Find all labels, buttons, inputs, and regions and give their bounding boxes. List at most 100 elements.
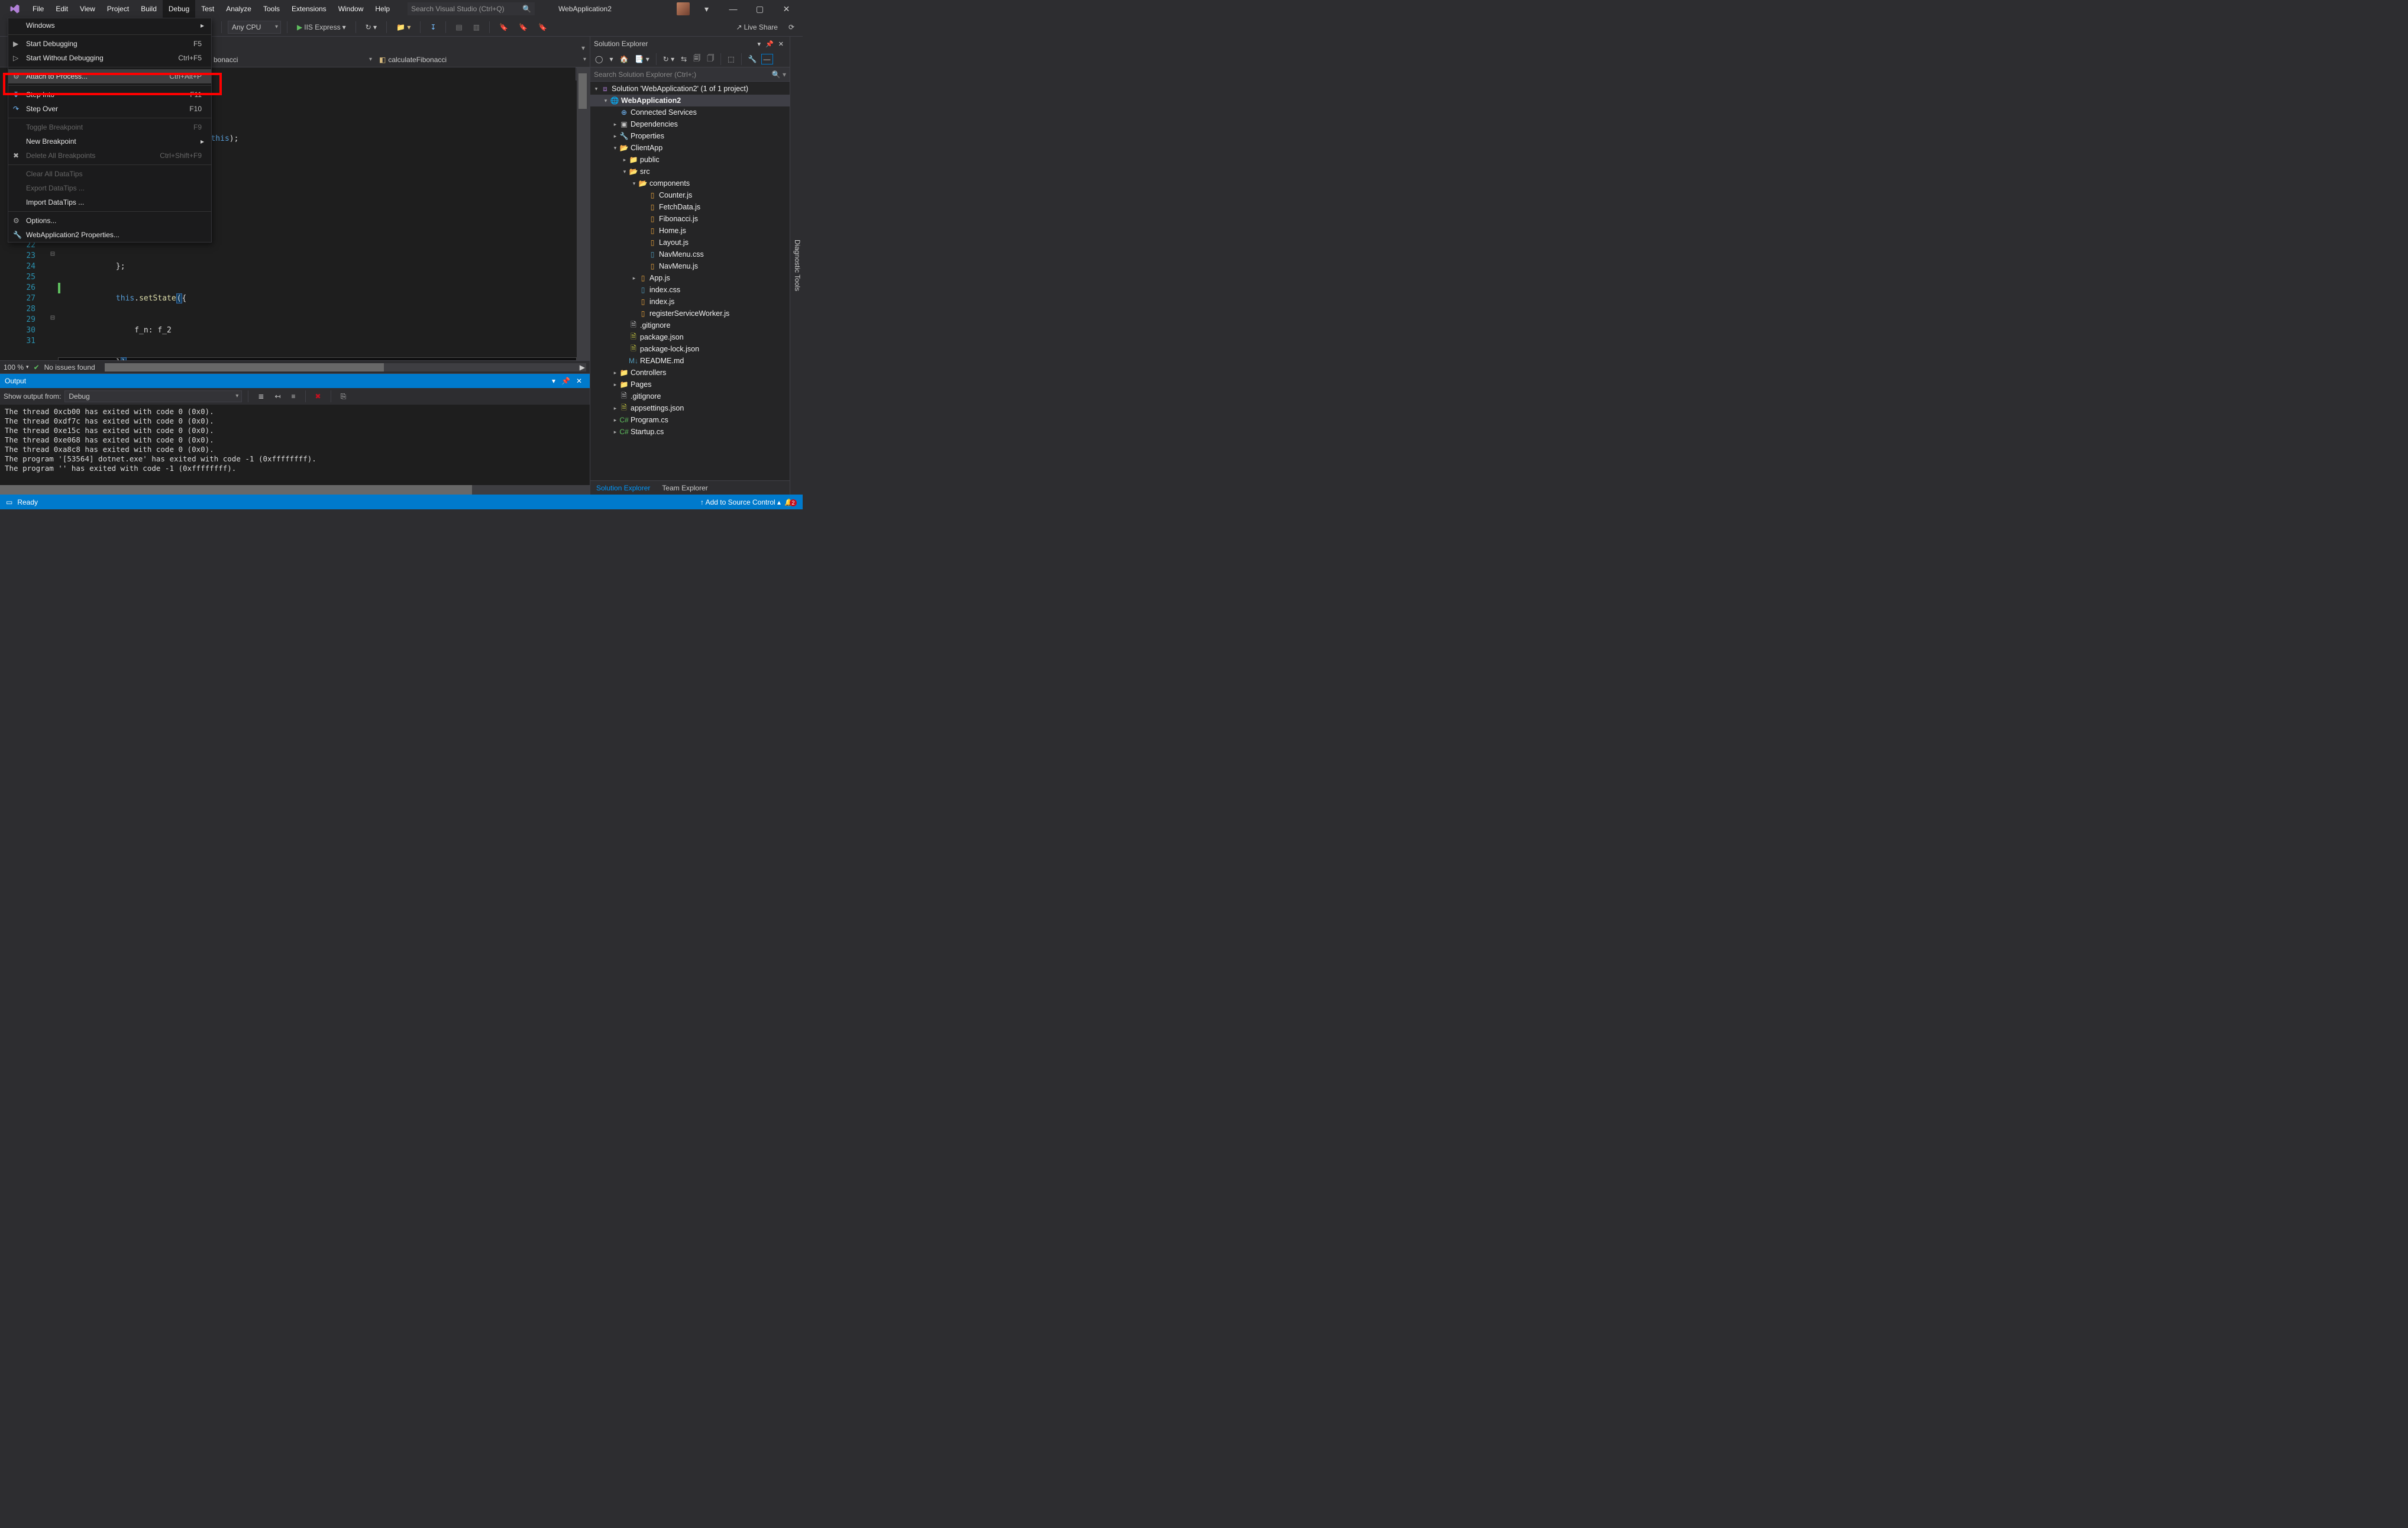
close-button[interactable]: ✕	[773, 4, 800, 14]
tree-node[interactable]: ▸C#Startup.cs	[590, 426, 790, 438]
refresh-icon[interactable]: ↻ ▾	[661, 54, 677, 64]
menu-build[interactable]: Build	[135, 0, 163, 18]
tree-node[interactable]: ▾📂components	[590, 177, 790, 189]
menu-import-datatips[interactable]: Import DataTips ...	[8, 195, 211, 209]
tree-node[interactable]: ▯NavMenu.css	[590, 248, 790, 260]
tree-node[interactable]: ▯registerServiceWorker.js	[590, 308, 790, 319]
menu-tools[interactable]: Tools	[257, 0, 286, 18]
tree-node[interactable]: 🗎package.json	[590, 331, 790, 343]
tree-node[interactable]: ▾🌐WebApplication2	[590, 95, 790, 106]
tree-node[interactable]: ▾📂src	[590, 166, 790, 177]
tab-solution-explorer[interactable]: Solution Explorer	[590, 481, 656, 495]
solution-explorer-header[interactable]: Solution Explorer ▾ 📌 ✕	[590, 37, 790, 51]
caption-button[interactable]: ▾	[693, 4, 720, 14]
collapse-icon[interactable]: ⇆	[678, 54, 689, 64]
menu-step-into[interactable]: ↧Step IntoF11	[8, 88, 211, 102]
menu-windows[interactable]: Windows	[8, 18, 211, 33]
pin-icon[interactable]: 📌	[763, 40, 776, 48]
tree-node[interactable]: ▯index.js	[590, 296, 790, 308]
tree-node[interactable]: ▸📁public	[590, 154, 790, 166]
close-icon[interactable]: ✕	[573, 377, 585, 385]
bookmark-icon[interactable]: 🔖	[496, 22, 512, 33]
menu-edit[interactable]: Edit	[50, 0, 74, 18]
tree-node[interactable]: 🗎package-lock.json	[590, 343, 790, 355]
preview-icon[interactable]: —	[761, 54, 773, 64]
output-source-combo[interactable]: Debug	[64, 390, 242, 402]
tree-node[interactable]: ▯Fibonacci.js	[590, 213, 790, 225]
menu-debug[interactable]: Debug	[163, 0, 195, 18]
message-icon[interactable]: ⎘	[337, 391, 350, 402]
tree-node[interactable]: ▸▯App.js	[590, 272, 790, 284]
wrench-icon[interactable]: 🔧	[746, 54, 759, 64]
breadcrumb-member[interactable]: ◧ calculateFibonacci	[376, 56, 590, 64]
minimize-button[interactable]: —	[720, 4, 746, 14]
menu-start-debugging[interactable]: ▶Start DebuggingF5	[8, 37, 211, 51]
back-icon[interactable]: ◯	[593, 54, 605, 64]
user-avatar[interactable]	[677, 2, 690, 15]
menu-options[interactable]: ⚙Options...	[8, 214, 211, 228]
menu-view[interactable]: View	[74, 0, 101, 18]
indent-icon[interactable]: ▥	[470, 22, 483, 33]
pin-icon[interactable]: 📌	[558, 377, 573, 385]
tree-node[interactable]: ▯Home.js	[590, 225, 790, 237]
properties-icon[interactable]: ⬚	[725, 54, 736, 64]
bookmark-next-icon[interactable]: 🔖	[535, 22, 551, 33]
step-into-icon[interactable]: ↧	[426, 22, 439, 33]
forward-icon[interactable]: ▾	[607, 54, 615, 64]
go-to-icon[interactable]: ✖	[312, 391, 325, 402]
tree-node[interactable]: M↓README.md	[590, 355, 790, 367]
auto-scroll-icon[interactable]: ≡	[288, 391, 299, 402]
output-text[interactable]: The thread 0xcb00 has exited with code 0…	[0, 405, 590, 485]
menu-step-over[interactable]: ↷Step OverF10	[8, 102, 211, 116]
menu-new-breakpoint[interactable]: New Breakpoint	[8, 134, 211, 148]
menu-help[interactable]: Help	[369, 0, 396, 18]
run-button[interactable]: ▶IIS Express ▾	[293, 22, 350, 33]
se-dropdown-icon[interactable]: ▾	[755, 40, 764, 48]
toggle-wrap-icon[interactable]: ↤	[271, 391, 284, 402]
tree-node[interactable]: 🗎.gitignore	[590, 319, 790, 331]
home-icon[interactable]: 🏠	[617, 54, 631, 64]
output-dropdown-icon[interactable]: ▾	[549, 377, 558, 385]
vertical-scrollbar[interactable]	[577, 67, 590, 360]
output-horizontal-scrollbar[interactable]	[0, 485, 590, 495]
tree-node[interactable]: 🗎.gitignore	[590, 390, 790, 402]
diagnostic-tools-tab[interactable]: Diagnostic Tools	[790, 37, 803, 495]
tree-node[interactable]: ▾⧈Solution 'WebApplication2' (1 of 1 pro…	[590, 83, 790, 95]
notifications-icon[interactable]: 🔔2	[781, 498, 797, 506]
breadcrumb-class[interactable]: bonacci	[210, 56, 376, 64]
tree-node[interactable]: ▸📁Controllers	[590, 367, 790, 379]
outdent-icon[interactable]: ▤	[452, 22, 466, 33]
clear-output-icon[interactable]: ≣	[254, 391, 267, 402]
tree-node[interactable]: ▸C#Program.cs	[590, 414, 790, 426]
menu-start-without-debugging[interactable]: ▷Start Without DebuggingCtrl+F5	[8, 51, 211, 65]
menu-attach-to-process[interactable]: ⚙Attach to Process...Ctrl+Alt+P	[8, 69, 211, 83]
platform-combo[interactable]: Any CPU	[228, 21, 281, 34]
copy-icon[interactable]: 🗍	[704, 51, 716, 66]
tree-node[interactable]: ▸📁Pages	[590, 379, 790, 390]
tree-node[interactable]: ▾📂ClientApp	[590, 142, 790, 154]
tree-node[interactable]: ⊕Connected Services	[590, 106, 790, 118]
tree-node[interactable]: ▯Layout.js	[590, 237, 790, 248]
add-source-control-button[interactable]: ↑ Add to Source Control ▴	[700, 498, 781, 506]
refresh-button[interactable]: ↻ ▾	[362, 22, 380, 33]
menu-test[interactable]: Test	[195, 0, 220, 18]
global-search-input[interactable]: Search Visual Studio (Ctrl+Q) 🔍	[408, 2, 535, 15]
menu-project[interactable]: Project	[101, 0, 135, 18]
menu-file[interactable]: File	[27, 0, 50, 18]
menu-extensions[interactable]: Extensions	[286, 0, 332, 18]
tab-team-explorer[interactable]: Team Explorer	[656, 481, 713, 495]
zoom-combo[interactable]: 100 % ▾	[4, 363, 29, 371]
editor-tabs-overflow[interactable]: ▾	[577, 44, 590, 52]
tree-node[interactable]: ▸🔧Properties	[590, 130, 790, 142]
close-icon[interactable]: ✕	[776, 40, 786, 48]
tree-node[interactable]: ▯NavMenu.js	[590, 260, 790, 272]
menu-window[interactable]: Window	[332, 0, 370, 18]
tree-node[interactable]: ▯index.css	[590, 284, 790, 296]
menu-analyze[interactable]: Analyze	[220, 0, 257, 18]
menu-project-properties[interactable]: 🔧WebApplication2 Properties...	[8, 228, 211, 242]
sync-icon[interactable]: 📑 ▾	[632, 54, 651, 64]
bookmark-prev-icon[interactable]: 🔖	[515, 22, 531, 33]
horizontal-scrollbar[interactable]: ◀▶	[105, 363, 586, 371]
tree-node[interactable]: ▯Counter.js	[590, 189, 790, 201]
feedback-icon[interactable]: ⟳	[785, 22, 798, 33]
